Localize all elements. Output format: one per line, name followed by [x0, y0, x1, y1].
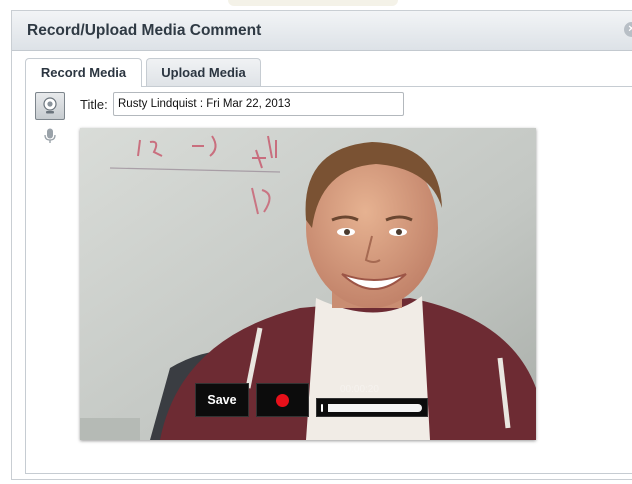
webcam-button[interactable]	[35, 92, 65, 120]
microphone-icon[interactable]	[43, 128, 57, 144]
time-readout: 00:00:20	[340, 384, 379, 395]
decorative-tab	[228, 0, 398, 6]
save-button[interactable]: Save	[195, 383, 249, 417]
progress-track	[321, 404, 422, 412]
title-label: Title:	[80, 97, 108, 112]
dialog-header: Record/Upload Media Comment ×	[12, 11, 632, 51]
record-dot-icon	[276, 393, 289, 407]
dialog-title: Record/Upload Media Comment	[27, 22, 262, 39]
tab-upload-media[interactable]: Upload Media	[146, 58, 261, 86]
background-strip	[0, 0, 632, 10]
record-button[interactable]	[256, 383, 309, 417]
webcam-icon	[43, 97, 57, 114]
progress-handle[interactable]	[323, 403, 328, 413]
close-icon[interactable]: ×	[624, 22, 632, 37]
recording-progress-bar[interactable]	[316, 398, 428, 417]
tab-record-media[interactable]: Record Media	[25, 58, 142, 87]
title-input[interactable]	[113, 92, 404, 116]
